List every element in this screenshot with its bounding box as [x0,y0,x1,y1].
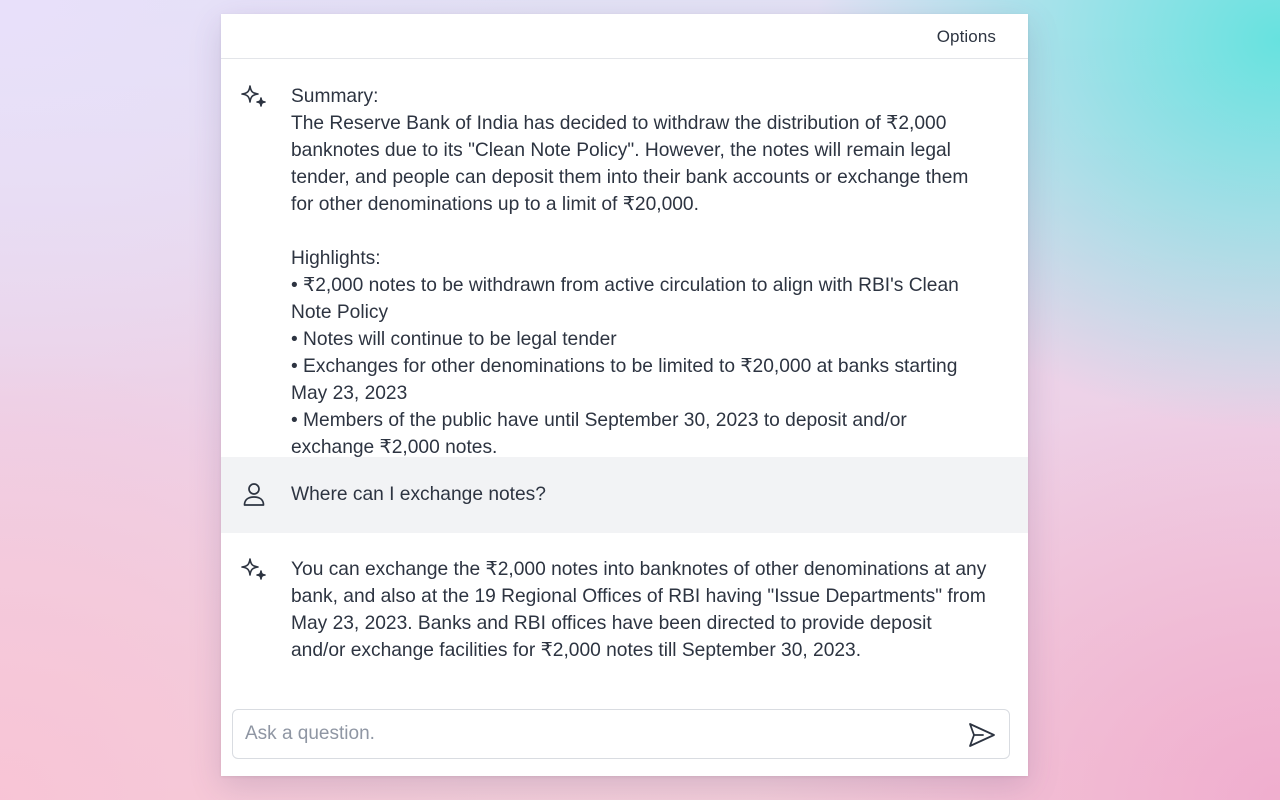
message-line: May 23, 2023 [291,383,408,404]
message-line: Summary: [291,86,379,107]
message-line: • Exchanges for other denominations to b… [291,356,958,377]
top-bar: Options [221,14,1028,59]
message-line: • Notes will continue to be legal tender [291,329,617,350]
message-line: Highlights: [291,248,381,269]
question-input[interactable] [245,710,945,758]
sparkle-icon [239,83,269,113]
options-button[interactable]: Options [937,27,996,47]
send-button[interactable] [967,721,997,749]
message-line: Where can I exchange notes? [291,484,546,505]
user-icon [239,479,269,509]
assistant-message: You can exchange the ₹2,000 notes into b… [221,533,1028,683]
message-line: and/or exchange facilities for ₹2,000 no… [291,640,862,661]
message-line: tender, and people can deposit them into… [291,167,969,188]
message-line: You can exchange the ₹2,000 notes into b… [291,559,987,580]
message-line: May 23, 2023. Banks and RBI offices have… [291,613,932,634]
message-line: bank, and also at the 19 Regional Office… [291,586,986,607]
message-line: • Members of the public have until Septe… [291,410,907,431]
message-line: • ₹2,000 notes to be withdrawn from acti… [291,275,959,296]
composer [232,709,1010,759]
message-line: The Reserve Bank of India has decided to… [291,113,947,134]
assistant-message: Summary: The Reserve Bank of India has d… [221,59,1028,458]
send-icon [969,723,995,747]
message-text: Summary: The Reserve Bank of India has d… [291,83,1008,461]
message-line: banknotes due to its "Clean Note Policy"… [291,140,951,161]
user-message: Where can I exchange notes? [221,457,1028,533]
message-text: Where can I exchange notes? [291,481,1008,508]
chat-panel: Options Summary: The Reserve Bank of Ind… [221,14,1028,776]
message-line: for other denominations up to a limit of… [291,194,699,215]
sparkle-icon [239,556,269,586]
message-text: You can exchange the ₹2,000 notes into b… [291,556,1008,664]
message-line: Note Policy [291,302,389,323]
